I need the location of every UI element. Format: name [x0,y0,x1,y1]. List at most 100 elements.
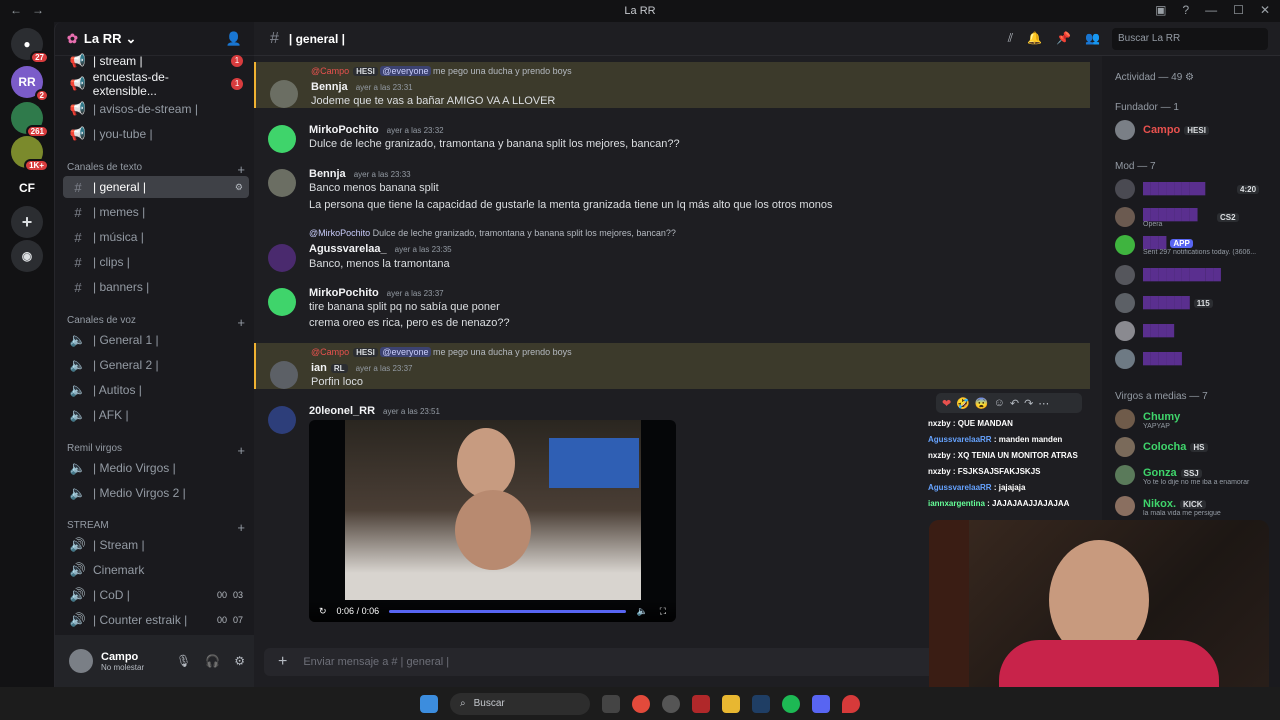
pin-icon[interactable]: 📌 [1056,31,1071,46]
voice-general-1[interactable]: 🔈 | General 1 | [63,329,249,351]
member-item[interactable]: Gonza SSJ Yo te lo dije no me iba a enamor… [1115,463,1275,487]
inbox-icon[interactable]: ▣ [1155,3,1166,17]
message[interactable]: @MirkoPochito Dulce de leche granizado, … [254,226,1090,274]
sad-react-icon[interactable]: 😨 [975,397,989,410]
message-author[interactable]: ian RL ayer a las 23:37 [311,362,413,374]
channel-memes[interactable]: # | memes | [63,201,249,223]
gear-icon[interactable]: ⚙ [1185,72,1194,83]
laugh-react-icon[interactable]: 🤣 [956,397,970,410]
file-explorer-icon[interactable] [722,694,740,713]
back-arrow-icon[interactable]: ← [10,3,22,17]
server-cf[interactable]: CF [11,172,43,204]
avatar[interactable] [270,361,298,389]
discover-icon[interactable]: ◉ [11,240,43,272]
add-server-icon[interactable]: + [11,206,43,238]
channel-musica[interactable]: # | música | [63,226,249,248]
message[interactable]: MirkoPochito ayer a las 23:37 tire banana… [254,284,1090,334]
message[interactable]: @Campo HESI @everyone me pego una ducha y… [254,343,1090,389]
member-item[interactable]: ████████ 4:20 [1115,177,1275,201]
message-author[interactable]: Bennja ayer a las 23:33 [309,168,411,180]
voice-autitos[interactable]: 🔈 | Autitos | [63,379,249,401]
app-icon[interactable] [662,694,680,713]
avatar[interactable] [69,649,93,673]
add-channel-icon[interactable]: + [237,162,245,177]
member-item[interactable]: ███ APP Sent 297 notifications today. (360… [1115,233,1275,257]
message-author[interactable]: Bennja ayer a las 23:31 [311,81,413,93]
members-icon[interactable]: 👥 [1085,31,1100,46]
spotify-icon[interactable] [782,694,800,713]
maximize-button[interactable]: ☐ [1233,3,1244,17]
channel-clips[interactable]: # | clips | [63,251,249,273]
message[interactable]: MirkoPochito ayer a las 23:32 Dulce de le… [254,121,1090,157]
voice-medio-virgos[interactable]: 🔈 | Medio Virgos | [63,457,249,479]
video-player[interactable]: ↻ 0:06 / 0:06 🔈 ⛶ [309,420,676,622]
channel-general[interactable]: # | general | ⚙ [63,176,249,198]
fullscreen-icon[interactable]: ⛶ [660,606,666,617]
avatar[interactable] [268,244,296,272]
forward-arrow-icon[interactable]: → [32,3,44,17]
windows-start-icon[interactable] [420,694,438,713]
message[interactable]: Bennja ayer a las 23:33 Banco menos banan… [254,165,1090,217]
stage-cinemark[interactable]: 🔊 Cinemark [63,559,249,581]
avatar[interactable] [268,169,296,197]
member-item[interactable]: Chumy YAPYAP [1115,407,1275,431]
microphone-icon[interactable]: 🎙 [176,654,191,668]
server-rr[interactable]: RR 2 [11,66,49,102]
minimize-button[interactable]: — [1205,3,1217,17]
heart-react-icon[interactable]: ❤ [942,397,951,410]
voice-afk[interactable]: 🔈 | AFK | [63,404,249,426]
category-stream[interactable]: STREAM + [67,520,245,535]
avatar[interactable] [268,288,296,316]
close-button[interactable]: ✕ [1260,3,1270,17]
reply-icon[interactable]: ↶ [1010,397,1019,410]
search-input[interactable]: Buscar La RR [1112,28,1268,50]
add-attachment-icon[interactable]: + [278,653,287,671]
voice-medio-virgos-2[interactable]: 🔈 | Medio Virgos 2 | [63,482,249,504]
member-item[interactable]: ████ [1115,319,1275,343]
task-view-icon[interactable] [602,694,620,713]
voice-general-2[interactable]: 🔈 | General 2 | [63,354,249,376]
app-icon[interactable] [842,694,860,713]
channel-stream[interactable]: 📢 | stream | 1 [63,50,249,72]
stage-stream[interactable]: 🔊 | Stream | [63,534,249,556]
message-author[interactable]: 20leonel_RR ayer a las 23:51 [309,405,440,417]
invite-people-icon[interactable]: 👤 [226,31,242,47]
steam-icon[interactable] [752,694,770,713]
chrome-icon[interactable] [632,694,650,713]
message-author[interactable]: MirkoPochito ayer a las 23:32 [309,124,444,136]
add-channel-icon[interactable]: + [237,315,245,330]
replay-icon[interactable]: ↻ [319,606,327,617]
message[interactable]: @Campo HESI @everyone me pego una ducha y… [254,62,1090,108]
settings-gear-icon[interactable]: ⚙ [234,654,245,668]
member-item[interactable]: ██████ 115 [1115,291,1275,315]
app-icon[interactable] [692,694,710,713]
reply-preview[interactable]: @Campo HESI @everyone me pego una ducha y… [311,347,572,357]
bell-icon[interactable]: 🔔 [1027,31,1042,46]
avatar[interactable] [268,406,296,434]
avatar[interactable] [270,80,298,108]
server-2[interactable]: 261 [11,102,49,138]
reply-preview[interactable]: @Campo HESI @everyone me pego una ducha y… [311,66,572,76]
help-icon[interactable]: ? [1182,3,1189,17]
channel-youtube[interactable]: 📢 | you-tube | [63,123,249,145]
category-voice[interactable]: Canales de voz + [67,315,245,330]
add-channel-icon[interactable]: + [237,520,245,535]
add-channel-icon[interactable]: + [237,443,245,458]
server-3[interactable]: 1K+ [11,136,49,172]
category-remil[interactable]: Remil virgos + [67,443,245,458]
message-author[interactable]: Agussvarelaa_ ayer a las 23:35 [309,243,452,255]
settings-gear-icon[interactable]: ⚙ [235,182,243,193]
member-item[interactable]: ██████████ [1115,263,1275,287]
video-progress[interactable] [389,609,627,613]
more-icon[interactable]: ⋯ [1038,397,1049,410]
server-home[interactable]: ● 27 [11,28,49,64]
channel-encuestas[interactable]: 📢 encuestas-de-extensible... 1 [63,70,249,98]
member-item[interactable]: ███████ Opera CS2 [1115,205,1275,229]
taskbar-search[interactable]: ⌕ Buscar [450,692,590,715]
headphones-icon[interactable]: 🎧 [205,654,220,668]
member-item[interactable]: Nikox. KICK la mala vida me persigue [1115,494,1275,518]
member-item[interactable]: Colocha HS [1115,435,1275,459]
category-text[interactable]: Canales de texto + [67,162,245,177]
channel-avisos[interactable]: 📢 | avisos-de-stream | [63,98,249,120]
message-author[interactable]: MirkoPochito ayer a las 23:37 [309,287,444,299]
